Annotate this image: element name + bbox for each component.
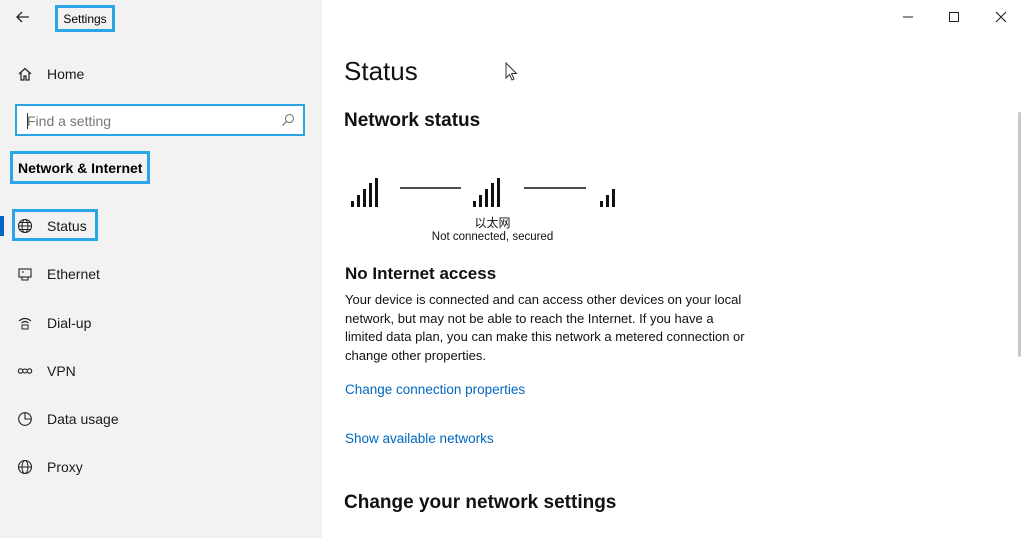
dial-up-icon bbox=[17, 315, 33, 331]
sidebar-item-label: Data usage bbox=[47, 411, 119, 427]
status-description: Your device is connected and can access … bbox=[345, 292, 745, 363]
data-usage-icon bbox=[17, 411, 33, 427]
content-pane: Status Network status 以太网 Not connected,… bbox=[322, 0, 1024, 538]
adapter-name: 以太网 bbox=[474, 216, 511, 230]
network-diagram bbox=[351, 178, 615, 207]
arrow-left-icon bbox=[16, 11, 29, 23]
signal-bars-icon bbox=[351, 178, 378, 207]
no-internet-heading: No Internet access bbox=[345, 264, 497, 283]
sidebar: Settings Home Network & Internet Status … bbox=[0, 0, 322, 538]
close-button[interactable] bbox=[990, 6, 1012, 28]
maximize-button[interactable] bbox=[943, 6, 965, 28]
signal-bars-weak-icon bbox=[600, 189, 615, 207]
selection-indicator bbox=[0, 216, 4, 236]
sidebar-item-data-usage[interactable]: Data usage bbox=[0, 399, 322, 439]
change-connection-properties-link[interactable]: Change connection properties bbox=[345, 382, 525, 397]
mouse-cursor-icon bbox=[505, 61, 519, 87]
network-status-heading: Network status bbox=[344, 110, 481, 131]
search-input[interactable] bbox=[27, 111, 272, 131]
ethernet-icon bbox=[17, 266, 33, 282]
connection-state: Not connected, secured bbox=[431, 231, 554, 243]
show-available-networks-link[interactable]: Show available networks bbox=[345, 431, 494, 446]
close-icon bbox=[995, 11, 1007, 23]
back-button[interactable] bbox=[12, 6, 34, 28]
page-title: Status bbox=[344, 56, 418, 86]
vpn-icon bbox=[17, 363, 33, 379]
text-caret bbox=[27, 113, 28, 129]
scrollbar[interactable] bbox=[1018, 112, 1021, 357]
sidebar-item-dial-up[interactable]: Dial-up bbox=[0, 303, 322, 343]
change-network-settings-heading: Change your network settings bbox=[344, 492, 617, 513]
globe-icon bbox=[17, 459, 33, 475]
search-icon[interactable] bbox=[281, 113, 295, 132]
sidebar-item-label: Home bbox=[47, 66, 85, 82]
maximize-icon bbox=[949, 12, 959, 22]
sidebar-item-proxy[interactable]: Proxy bbox=[0, 447, 322, 487]
minimize-icon bbox=[903, 16, 913, 18]
sidebar-item-label: VPN bbox=[47, 363, 76, 379]
home-icon bbox=[17, 66, 33, 82]
section-title: Network & Internet bbox=[10, 151, 150, 184]
sidebar-item-vpn[interactable]: VPN bbox=[0, 351, 322, 391]
status-highlight bbox=[12, 209, 98, 241]
sidebar-item-label: Ethernet bbox=[47, 266, 100, 282]
signal-bars-icon bbox=[473, 178, 500, 207]
window-title: Settings bbox=[55, 5, 115, 32]
sidebar-item-ethernet[interactable]: Ethernet bbox=[0, 254, 322, 294]
minimize-button[interactable] bbox=[897, 6, 919, 28]
sidebar-item-label: Dial-up bbox=[47, 315, 92, 331]
search-field[interactable] bbox=[15, 104, 305, 136]
sidebar-item-label: Proxy bbox=[47, 459, 83, 475]
sidebar-item-home[interactable]: Home bbox=[0, 54, 322, 94]
